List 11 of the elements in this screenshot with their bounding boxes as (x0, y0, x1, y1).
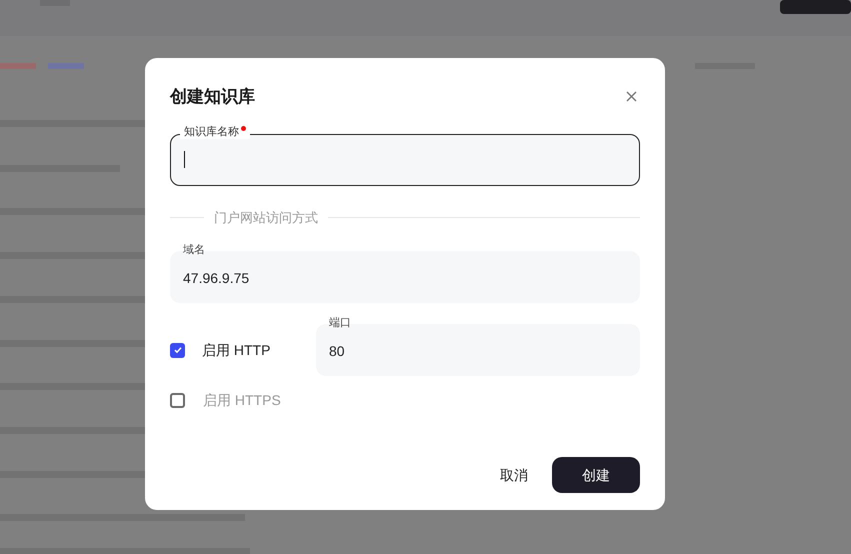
create-button[interactable]: 创建 (552, 457, 640, 493)
close-icon (626, 91, 636, 102)
checkbox[interactable] (170, 342, 185, 358)
check-icon (172, 345, 182, 355)
field-label: 知识库名称 (184, 124, 239, 138)
text-cursor (184, 151, 185, 168)
checkbox-label: 启用 HTTPS (203, 391, 281, 410)
checkbox-label: 启用 HTTP (202, 340, 270, 360)
dialog-title: 创建知识库 (170, 86, 255, 108)
cancel-button[interactable]: 取消 (500, 457, 528, 493)
section-title: 门户网站访问方式 (214, 208, 318, 226)
